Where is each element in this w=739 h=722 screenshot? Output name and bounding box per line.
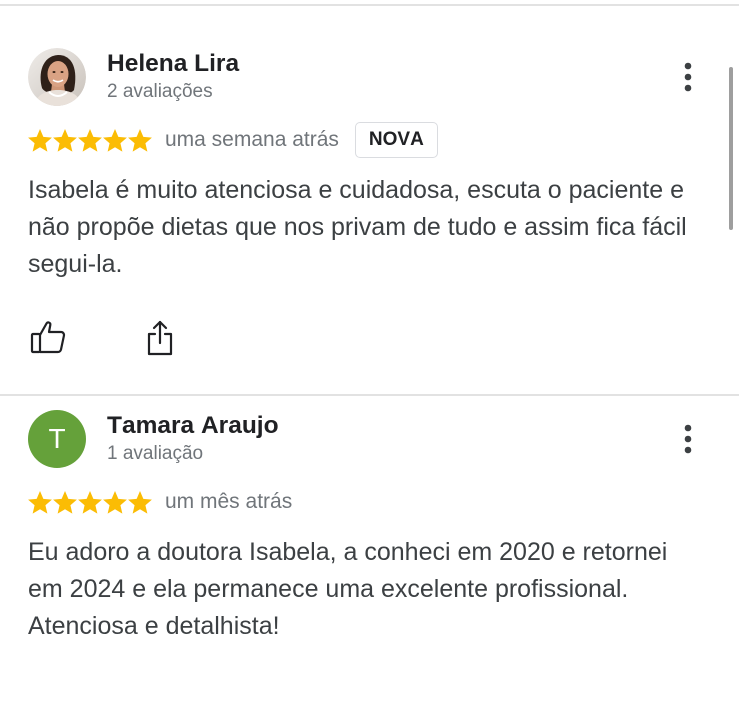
star-icon [53,128,77,152]
star-rating [28,490,152,514]
new-badge: NOVA [354,122,438,158]
review-text: Isabela é muito atenciosa e cuidadosa, e… [28,176,687,278]
like-button[interactable] [30,320,66,354]
scrollbar[interactable] [729,67,733,230]
star-icon [53,490,77,514]
review-card: Helena Lira 2 avaliações uma semana atrá… [0,0,739,360]
profile-photo [28,48,86,106]
more-options-button[interactable] [678,58,698,96]
star-icon [103,128,127,152]
more-options-button[interactable] [678,420,698,458]
reviews-panel: Helena Lira 2 avaliações uma semana atrá… [0,0,739,671]
author-avatar[interactable]: T [28,410,86,468]
review-text: Eu adoro a doutora Isabela, a conheci em… [28,538,668,640]
star-icon [103,490,127,514]
rating-row: uma semana atrás NOVA [28,122,438,158]
star-icon [28,128,52,152]
avatar-initial: T [48,423,66,454]
review-time: uma semana atrás [165,128,339,151]
author-name[interactable]: Helena Lira [107,50,239,78]
review-card: T Tamara Araujo 1 avaliação um mês atrás… [0,362,739,722]
thumbs-up-icon [30,321,66,354]
rating-row: um mês atrás [28,484,292,520]
share-button[interactable] [145,319,175,357]
more-vert-icon [684,62,692,92]
more-vert-icon [684,424,692,454]
star-rating [28,128,152,152]
author-review-count[interactable]: 2 avaliações [107,79,213,105]
share-icon [147,320,173,356]
author-avatar[interactable] [28,48,86,106]
review-time: um mês atrás [165,490,293,513]
star-icon [128,128,152,152]
star-icon [78,490,102,514]
author-name[interactable]: Tamara Araujo [107,412,279,440]
star-icon [78,128,102,152]
author-review-count[interactable]: 1 avaliação [107,441,203,467]
star-icon [128,490,152,514]
star-icon [28,490,52,514]
